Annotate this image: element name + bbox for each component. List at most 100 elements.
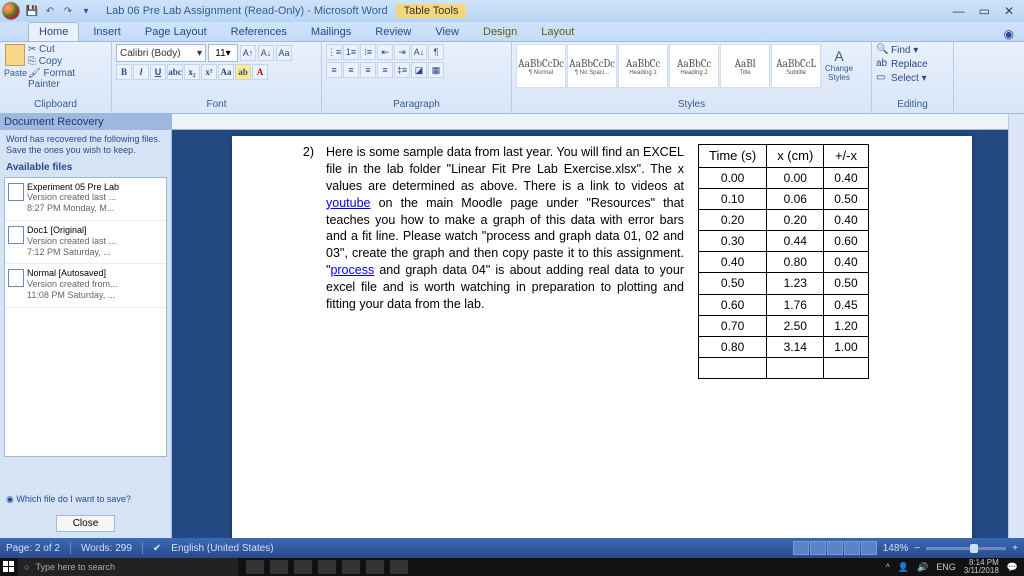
status-language[interactable]: English (United States) bbox=[171, 543, 273, 554]
align-right-button[interactable]: ≡ bbox=[360, 62, 376, 78]
which-file-link[interactable]: ◉ Which file do I want to save? bbox=[0, 488, 171, 511]
show-marks-button[interactable]: ¶ bbox=[428, 44, 444, 60]
indent-inc-button[interactable]: ⇥ bbox=[394, 44, 410, 60]
tab-review[interactable]: Review bbox=[365, 23, 421, 41]
table-header-err[interactable]: +/-x bbox=[824, 145, 868, 168]
style-item[interactable]: AaBbCcHeading 2 bbox=[669, 44, 719, 88]
qat-redo-icon[interactable]: ↷ bbox=[60, 3, 76, 19]
change-styles-button[interactable]: AChange Styles bbox=[821, 44, 857, 90]
recovery-close-button[interactable]: Close bbox=[56, 515, 116, 532]
zoom-level[interactable]: 148% bbox=[883, 543, 909, 554]
justify-button[interactable]: ≡ bbox=[377, 62, 393, 78]
zoom-slider[interactable] bbox=[926, 547, 1006, 550]
clear-format-icon[interactable]: Aa bbox=[276, 45, 292, 61]
tray-clock[interactable]: 8:14 PM3/11/2018 bbox=[964, 559, 999, 575]
youtube-link[interactable]: youtube bbox=[326, 196, 370, 210]
indent-dec-button[interactable]: ⇤ bbox=[377, 44, 393, 60]
underline-button[interactable]: U bbox=[150, 64, 166, 80]
help-icon[interactable]: ◉ bbox=[1004, 27, 1014, 41]
subscript-button[interactable]: x₂ bbox=[184, 64, 200, 80]
tab-mailings[interactable]: Mailings bbox=[301, 23, 361, 41]
taskbar-app-4[interactable] bbox=[342, 560, 360, 574]
numbering-button[interactable]: 1≡ bbox=[343, 44, 359, 60]
view-draft-icon[interactable] bbox=[861, 541, 877, 555]
replace-button[interactable]: abReplace bbox=[876, 58, 949, 70]
qat-save-icon[interactable]: 💾 bbox=[24, 3, 40, 19]
font-size-select[interactable]: 11 ▾ bbox=[208, 44, 238, 62]
table-header-x[interactable]: x (cm) bbox=[767, 145, 824, 168]
font-color-button[interactable]: A bbox=[252, 64, 268, 80]
tab-references[interactable]: References bbox=[221, 23, 297, 41]
view-fullscreen-icon[interactable] bbox=[810, 541, 826, 555]
taskbar-app-3[interactable] bbox=[318, 560, 336, 574]
tray-lang[interactable]: ENG bbox=[936, 562, 956, 572]
style-item[interactable]: AaBbCcDc¶ Normal bbox=[516, 44, 566, 88]
change-case-button[interactable]: Aa bbox=[218, 64, 234, 80]
recovery-file-item[interactable]: Normal [Autosaved]Version created from..… bbox=[5, 264, 166, 307]
select-button[interactable]: ▭Select ▾ bbox=[876, 72, 949, 84]
bold-button[interactable]: B bbox=[116, 64, 132, 80]
shading-button[interactable]: ◪ bbox=[411, 62, 427, 78]
tab-view[interactable]: View bbox=[425, 23, 469, 41]
multilevel-button[interactable]: ⁝≡ bbox=[360, 44, 376, 60]
table-row[interactable]: 0.702.501.20 bbox=[699, 315, 869, 336]
data-table[interactable]: Time (s) x (cm) +/-x 0.000.000.400.100.0… bbox=[698, 144, 869, 379]
tab-layout[interactable]: Layout bbox=[531, 23, 584, 41]
table-row[interactable]: 0.000.000.40 bbox=[699, 167, 869, 188]
zoom-in-button[interactable]: + bbox=[1012, 543, 1018, 554]
view-print-layout-icon[interactable] bbox=[793, 541, 809, 555]
tab-home[interactable]: Home bbox=[28, 22, 79, 41]
view-web-icon[interactable] bbox=[827, 541, 843, 555]
taskbar-search[interactable]: ○ Type here to search bbox=[18, 558, 238, 576]
style-item[interactable]: AaBbCcLSubtitle bbox=[771, 44, 821, 88]
font-name-select[interactable]: Calibri (Body)▾ bbox=[116, 44, 206, 62]
tray-up-icon[interactable]: ^ bbox=[886, 562, 890, 572]
styles-gallery[interactable]: AaBbCcDc¶ NormalAaBbCcDc¶ No Spaci... AaB… bbox=[516, 44, 821, 90]
status-words[interactable]: Words: 299 bbox=[81, 543, 132, 554]
table-row[interactable]: 0.300.440.60 bbox=[699, 231, 869, 252]
taskbar-app-2[interactable] bbox=[294, 560, 312, 574]
maximize-button[interactable]: ▭ bbox=[979, 4, 990, 18]
strike-button[interactable]: abc bbox=[167, 64, 183, 80]
tray-people-icon[interactable]: 👤 bbox=[898, 562, 909, 573]
status-proofing-icon[interactable]: ✔ bbox=[153, 543, 161, 554]
office-button[interactable] bbox=[2, 2, 20, 20]
table-row[interactable]: 0.803.141.00 bbox=[699, 337, 869, 358]
align-center-button[interactable]: ≡ bbox=[343, 62, 359, 78]
recovery-file-item[interactable]: Doc1 [Original]Version created last ...7… bbox=[5, 221, 166, 264]
qat-customize-icon[interactable]: ▾ bbox=[78, 3, 94, 19]
table-row[interactable]: 0.501.230.50 bbox=[699, 273, 869, 294]
tab-page-layout[interactable]: Page Layout bbox=[135, 23, 217, 41]
tray-volume-icon[interactable]: 🔊 bbox=[917, 562, 928, 573]
taskbar-app-5[interactable] bbox=[366, 560, 384, 574]
sort-button[interactable]: A↓ bbox=[411, 44, 427, 60]
paste-button[interactable]: Paste bbox=[4, 44, 26, 78]
table-row[interactable]: 0.601.760.45 bbox=[699, 294, 869, 315]
taskbar-app-1[interactable] bbox=[270, 560, 288, 574]
table-row[interactable] bbox=[699, 358, 869, 379]
shrink-font-icon[interactable]: A↓ bbox=[258, 45, 274, 61]
find-button[interactable]: 🔍Find ▾ bbox=[876, 44, 949, 56]
style-item[interactable]: AaBbCcDc¶ No Spaci... bbox=[567, 44, 617, 88]
italic-button[interactable]: I bbox=[133, 64, 149, 80]
tray-notifications-icon[interactable]: 💬 bbox=[1007, 562, 1018, 573]
style-item[interactable]: AaBlTitle bbox=[720, 44, 770, 88]
table-row[interactable]: 0.100.060.50 bbox=[699, 188, 869, 209]
align-left-button[interactable]: ≡ bbox=[326, 62, 342, 78]
cut-button[interactable]: ✂ Cut bbox=[28, 44, 107, 55]
document-page[interactable]: 2) Here is some sample data from last ye… bbox=[232, 136, 972, 538]
taskbar-app-6[interactable] bbox=[390, 560, 408, 574]
recovery-file-item[interactable]: Experiment 05 Pre LabVersion created las… bbox=[5, 178, 166, 221]
bullets-button[interactable]: ⋮≡ bbox=[326, 44, 342, 60]
tab-design[interactable]: Design bbox=[473, 23, 527, 41]
table-header-time[interactable]: Time (s) bbox=[699, 145, 767, 168]
tab-insert[interactable]: Insert bbox=[83, 23, 131, 41]
borders-button[interactable]: ▦ bbox=[428, 62, 444, 78]
table-row[interactable]: 0.200.200.40 bbox=[699, 209, 869, 230]
body-paragraph[interactable]: Here is some sample data from last year.… bbox=[326, 144, 684, 379]
highlight-button[interactable]: ab bbox=[235, 64, 251, 80]
line-spacing-button[interactable]: ‡≡ bbox=[394, 62, 410, 78]
zoom-out-button[interactable]: − bbox=[914, 543, 920, 554]
close-button[interactable]: ✕ bbox=[1004, 4, 1014, 18]
grow-font-icon[interactable]: A↑ bbox=[240, 45, 256, 61]
